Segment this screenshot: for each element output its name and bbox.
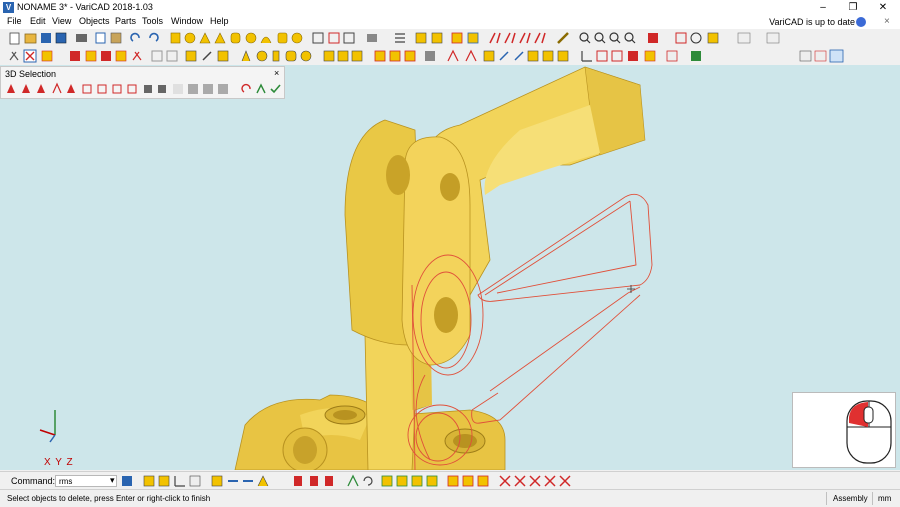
selection-tool-icons[interactable]: [5, 81, 283, 96]
secondary-toolbar: [0, 47, 900, 65]
menu-tools[interactable]: Tools: [142, 16, 163, 26]
menu-window[interactable]: Window: [171, 16, 203, 26]
part-arm[interactable]: [344, 66, 646, 366]
assembly-model[interactable]: [0, 65, 900, 470]
update-notice[interactable]: VariCAD is up to date: [769, 17, 855, 27]
edit-tool-icons[interactable]: [9, 49, 844, 63]
selection-panel-title: 3D Selection: [5, 69, 57, 79]
zoom-tool-icons[interactable]: [579, 32, 636, 44]
status-divider: [826, 492, 827, 505]
status-message: Select objects to delete, press Enter or…: [7, 494, 211, 503]
toolbar-icons-row-2: [9, 49, 844, 63]
minimize-button[interactable]: –: [808, 0, 838, 15]
undo-redo-icons[interactable]: [130, 32, 159, 42]
chevron-down-icon[interactable]: ▾: [110, 475, 115, 486]
close-button[interactable]: ✕: [868, 0, 898, 15]
menu-parts[interactable]: Parts: [115, 16, 136, 26]
mouse-icon: [846, 400, 892, 464]
menu-help[interactable]: Help: [210, 16, 229, 26]
app-icon: V: [3, 2, 14, 13]
command-bar: Command: rms ▾: [0, 471, 900, 489]
drawing-tool-icons[interactable]: [312, 32, 569, 44]
menu-objects[interactable]: Objects: [79, 16, 110, 26]
axis-labels: X Y Z: [44, 457, 74, 468]
window-title: NONAME 3* - VariCAD 2018-1.03: [17, 2, 153, 12]
info-icon[interactable]: [856, 17, 866, 27]
status-units: mm: [878, 494, 892, 503]
view-tool-icons[interactable]: [648, 32, 780, 44]
maximize-button[interactable]: ❐: [838, 0, 868, 15]
mouse-hint-panel: [792, 392, 896, 468]
axis-triad: [39, 410, 56, 443]
selection-panel: 3D Selection ×: [0, 66, 285, 99]
toolbar-icons-row-1: [9, 32, 780, 45]
command-label: Command:: [11, 476, 56, 486]
menu-edit[interactable]: Edit: [30, 16, 46, 26]
status-mode: Assembly: [833, 494, 868, 503]
menu-file[interactable]: File: [7, 16, 22, 26]
close-icon[interactable]: ×: [274, 68, 279, 78]
menu-view[interactable]: View: [52, 16, 71, 26]
solid-tool-icons[interactable]: [170, 32, 303, 44]
main-toolbar: [0, 29, 900, 47]
file-tool-icons[interactable]: [9, 32, 122, 45]
command-input[interactable]: rms: [55, 475, 117, 487]
menu-bar: File Edit View Objects Parts Tools Windo…: [0, 15, 900, 29]
status-bar: Select objects to delete, press Enter or…: [0, 489, 900, 507]
close-icon[interactable]: ×: [884, 16, 890, 27]
title-bar: V NONAME 3* - VariCAD 2018-1.03 – ❐ ✕: [0, 0, 900, 15]
status-divider: [872, 492, 873, 505]
command-tool-icons[interactable]: [120, 474, 580, 488]
3d-viewport[interactable]: [0, 65, 900, 470]
